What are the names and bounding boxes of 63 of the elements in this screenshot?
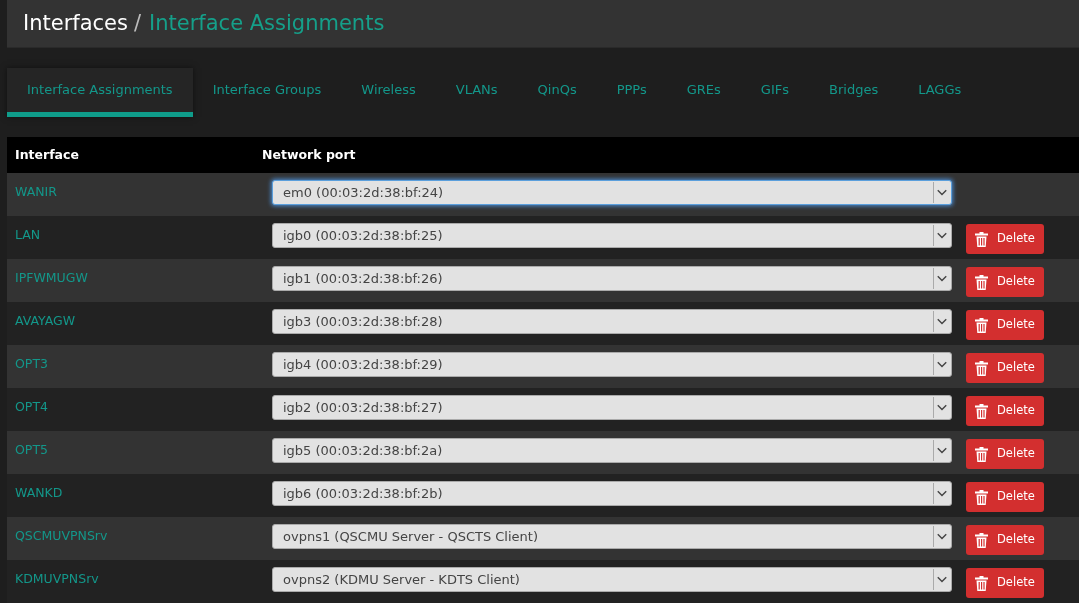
caret-icon [933, 182, 950, 203]
delete-button[interactable]: Delete [966, 439, 1044, 469]
port-select[interactable]: igb5 (00:03:2d:38:bf:2a) [272, 438, 952, 463]
delete-button[interactable]: Delete [966, 224, 1044, 254]
interface-link[interactable]: OPT4 [7, 388, 262, 417]
tab[interactable]: GREs [666, 68, 741, 117]
tab[interactable]: LAGGs [898, 68, 982, 117]
delete-button[interactable]: Delete [966, 267, 1044, 297]
caret-icon [933, 268, 950, 289]
interface-link[interactable]: WANIR [7, 173, 262, 202]
port-select[interactable]: igb3 (00:03:2d:38:bf:28) [272, 309, 952, 334]
breadcrumb-current: Interface Assignments [149, 9, 385, 37]
delete-button[interactable]: Delete [966, 525, 1044, 555]
port-select[interactable]: ovpns2 (KDMU Server - KDTS Client) [272, 567, 952, 592]
port-select[interactable]: igb0 (00:03:2d:38:bf:25) [272, 223, 952, 248]
interface-link[interactable]: KDMUVPNSrv [7, 560, 262, 589]
interface-link[interactable]: QSCMUVPNSrv [7, 517, 262, 546]
caret-icon [933, 569, 950, 590]
interface-link[interactable]: AVAYAGW [7, 302, 262, 331]
caret-icon [933, 526, 950, 547]
trash-icon [975, 532, 988, 548]
trash-icon [975, 360, 988, 376]
trash-icon [975, 274, 988, 290]
delete-button[interactable]: Delete [966, 396, 1044, 426]
trash-icon [975, 575, 988, 591]
tab[interactable]: Bridges [809, 68, 899, 117]
port-select[interactable]: igb2 (00:03:2d:38:bf:27) [272, 395, 952, 420]
port-select[interactable]: em0 (00:03:2d:38:bf:24) [272, 180, 952, 205]
tab[interactable]: Interface Groups [192, 68, 342, 117]
caret-icon [933, 225, 950, 246]
interface-link[interactable]: OPT5 [7, 431, 262, 460]
breadcrumb-separator: / [133, 9, 142, 37]
delete-button[interactable]: Delete [966, 353, 1044, 383]
trash-icon [975, 446, 988, 462]
port-select[interactable]: igb1 (00:03:2d:38:bf:26) [272, 266, 952, 291]
trash-icon [975, 317, 988, 333]
column-header: Network port [262, 145, 356, 164]
port-select[interactable]: igb4 (00:03:2d:38:bf:29) [272, 352, 952, 377]
interface-link[interactable]: OPT3 [7, 345, 262, 374]
trash-icon [975, 403, 988, 419]
caret-icon [933, 483, 950, 504]
interface-link[interactable]: LAN [7, 216, 262, 245]
caret-icon [933, 311, 950, 332]
tab[interactable]: QinQs [517, 68, 597, 117]
tab[interactable]: VLANs [435, 68, 518, 117]
tab[interactable]: PPPs [596, 68, 667, 117]
interface-link[interactable]: WANKD [7, 474, 262, 503]
interface-link[interactable]: IPFWMUGW [7, 259, 262, 288]
tab[interactable]: Wireless [341, 68, 436, 117]
trash-icon [975, 231, 988, 247]
delete-button[interactable]: Delete [966, 568, 1044, 598]
port-select[interactable]: igb6 (00:03:2d:38:bf:2b) [272, 481, 952, 506]
tab[interactable]: Interface Assignments [7, 68, 193, 117]
trash-icon [975, 489, 988, 505]
column-header: Interface [14, 145, 80, 164]
port-select[interactable]: ovpns1 (QSCMU Server - QSCTS Client) [272, 524, 952, 549]
caret-icon [933, 440, 950, 461]
tab[interactable]: GIFs [740, 68, 809, 117]
caret-icon [933, 397, 950, 418]
breadcrumb-parent[interactable]: Interfaces [23, 7, 128, 40]
delete-button[interactable]: Delete [966, 482, 1044, 512]
delete-button[interactable]: Delete [966, 310, 1044, 340]
caret-icon [933, 354, 950, 375]
